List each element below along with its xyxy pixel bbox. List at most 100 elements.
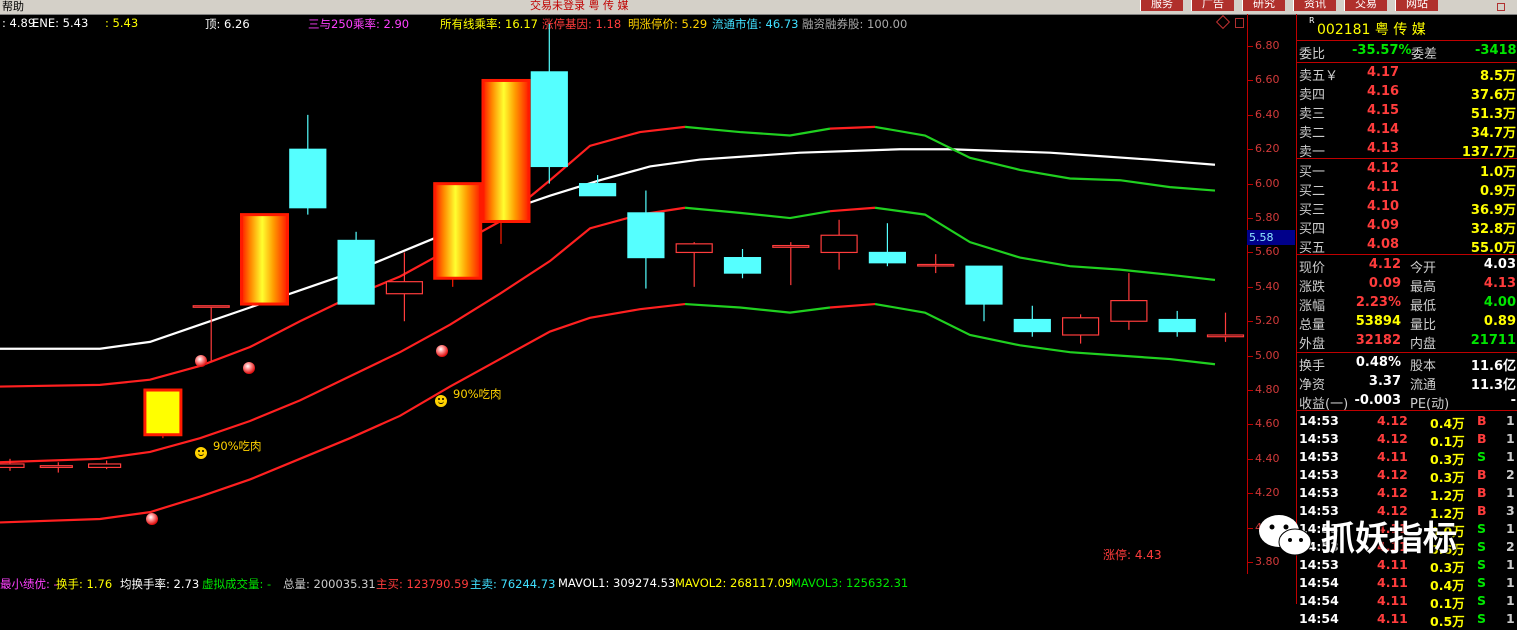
tick-count: 1 [1506, 485, 1515, 500]
stat-value: 11.6亿 [1470, 359, 1516, 374]
signal-ball-icon [243, 362, 255, 374]
candle-body [240, 213, 289, 306]
tick-side: S [1477, 593, 1487, 608]
indicator-value: 主买: 123790.59 [376, 577, 469, 591]
candle-body [1206, 334, 1245, 338]
candle-body [385, 281, 423, 295]
btn-ads[interactable]: 广告 [1191, 0, 1234, 11]
btn-service[interactable]: 服务 [1140, 0, 1183, 11]
window-controls [1495, 0, 1517, 14]
ene-upper-line-red [829, 125, 876, 130]
watermark-text: 抓妖指标 [1321, 519, 1457, 559]
stat-label: 最高 [1410, 280, 1437, 295]
candle-body [337, 239, 375, 305]
tick-price: 4.12 [1377, 467, 1408, 482]
tick-time: 14:53 [1299, 467, 1339, 482]
quote-row: 14:54 4.11 0.1万 S 1 [1297, 592, 1517, 611]
quote-row: 14:53 4.12 1.2万 B 1 [1297, 484, 1517, 503]
ene-mid-line-green [874, 206, 1216, 282]
tick-time: 14:53 [1299, 449, 1339, 464]
tick-price: 4.11 [1377, 449, 1408, 464]
ask-volume: 8.5万 [1479, 69, 1516, 84]
tick-count: 1 [1506, 521, 1515, 536]
close-icon[interactable] [1497, 3, 1505, 11]
tick-price: 4.11 [1377, 575, 1408, 590]
axis-tick-mark [1248, 46, 1253, 48]
axis-tick-mark [1248, 252, 1253, 254]
btn-research[interactable]: 研究 [1242, 0, 1285, 11]
stat-label: 涨跌 [1299, 280, 1326, 295]
candle-body [192, 305, 230, 308]
axis-tick-mark [1248, 218, 1253, 220]
signal-label: 90%吃肉 [213, 439, 262, 453]
tick-time: 14:54 [1299, 593, 1339, 608]
bid-price: 4.12 [1367, 161, 1400, 176]
quote-row: 收益(一) -0.003 PE(动) - [1297, 392, 1517, 412]
watermark: 抓妖指标 [1255, 505, 1475, 565]
tick-time: 14:53 [1299, 413, 1339, 428]
quote-row: 净资 3.37 流通 11.3亿 [1297, 373, 1517, 393]
tick-side: S [1477, 539, 1487, 554]
kline-chart[interactable] [0, 14, 1247, 574]
axis-tick-label: 6.40 [1255, 107, 1280, 121]
axis-tick-mark [1248, 114, 1253, 116]
stat-value: 4.03 [1483, 257, 1516, 272]
tick-count: 1 [1506, 431, 1515, 446]
axis-tick-label: 6.00 [1255, 176, 1280, 190]
bid-label: 买四 [1299, 222, 1326, 237]
axis-tick-label: 6.20 [1255, 142, 1280, 156]
bid-label: 买一 [1299, 165, 1326, 180]
candle-body [87, 463, 122, 469]
ask-label: 卖三 [1299, 107, 1326, 122]
axis-tick-label: 4.40 [1255, 451, 1280, 465]
indicator-value: 虚拟成交量: - [202, 577, 272, 591]
window-title: 交易未登录 粤 传 媒 [530, 0, 629, 12]
axis-tick-mark [1248, 458, 1253, 460]
btn-news[interactable]: 资讯 [1293, 0, 1336, 11]
btn-website[interactable]: 网站 [1395, 0, 1438, 11]
tick-side: S [1477, 449, 1487, 464]
quote-row: 买三 4.10 36.9万 [1297, 198, 1517, 218]
divider [1297, 40, 1517, 41]
menu-help[interactable]: 帮助 [2, 0, 24, 14]
stock-header: R 002181 粤 传 媒 [1297, 14, 1517, 40]
quote-row: 14:54 4.11 0.4万 S 1 [1297, 574, 1517, 593]
quote-row: 14:53 4.11 0.3万 S 1 [1297, 448, 1517, 467]
quote-row: 外盘 32182 内盘 21711 [1297, 332, 1517, 352]
weicha-label: 委差 [1411, 47, 1438, 62]
ask-price: 4.16 [1367, 84, 1400, 99]
stat-value: 3.37 [1368, 374, 1401, 389]
tick-side: B [1477, 431, 1487, 446]
quote-row: 14:53 4.12 0.4万 B 1 [1297, 412, 1517, 431]
signal-ball-icon [195, 355, 207, 367]
tick-count: 1 [1506, 575, 1515, 590]
weibi-value: -35.57% [1352, 43, 1412, 58]
stat-value: 2.23% [1355, 295, 1401, 310]
indicator-value: 主卖: 76244.73 [470, 577, 556, 591]
tick-side: S [1477, 557, 1487, 572]
tick-time: 14:54 [1299, 575, 1339, 590]
ask-label: 卖五￥ [1299, 69, 1339, 84]
candle-body [0, 463, 25, 469]
candle-body [143, 388, 183, 437]
limit-up-label: 涨停: 4.43 [1103, 548, 1162, 562]
axis-tick-mark [1248, 562, 1253, 563]
r-badge: R [1309, 16, 1315, 25]
quote-row: 卖三 4.15 51.3万 [1297, 102, 1517, 122]
tick-time: 14:54 [1299, 611, 1339, 626]
btn-trade[interactable]: 交易 [1344, 0, 1387, 11]
smiley-icon [195, 447, 207, 459]
stat-value: 0.89 [1483, 314, 1516, 329]
tick-count: 1 [1506, 557, 1515, 572]
ene-mid-line-red [829, 206, 876, 213]
tick-count: 1 [1506, 593, 1515, 608]
weicha-value: -3418 [1475, 43, 1517, 58]
axis-tick-label: 5.00 [1255, 348, 1280, 362]
axis-tick-label: 4.60 [1255, 417, 1280, 431]
candle-body [868, 251, 907, 264]
bid-price: 4.11 [1367, 180, 1400, 195]
candle-body [723, 257, 762, 274]
quote-row: 14:53 4.12 0.3万 B 2 [1297, 466, 1517, 485]
ask-volume: 37.6万 [1470, 88, 1516, 103]
tick-price: 4.12 [1377, 413, 1408, 428]
